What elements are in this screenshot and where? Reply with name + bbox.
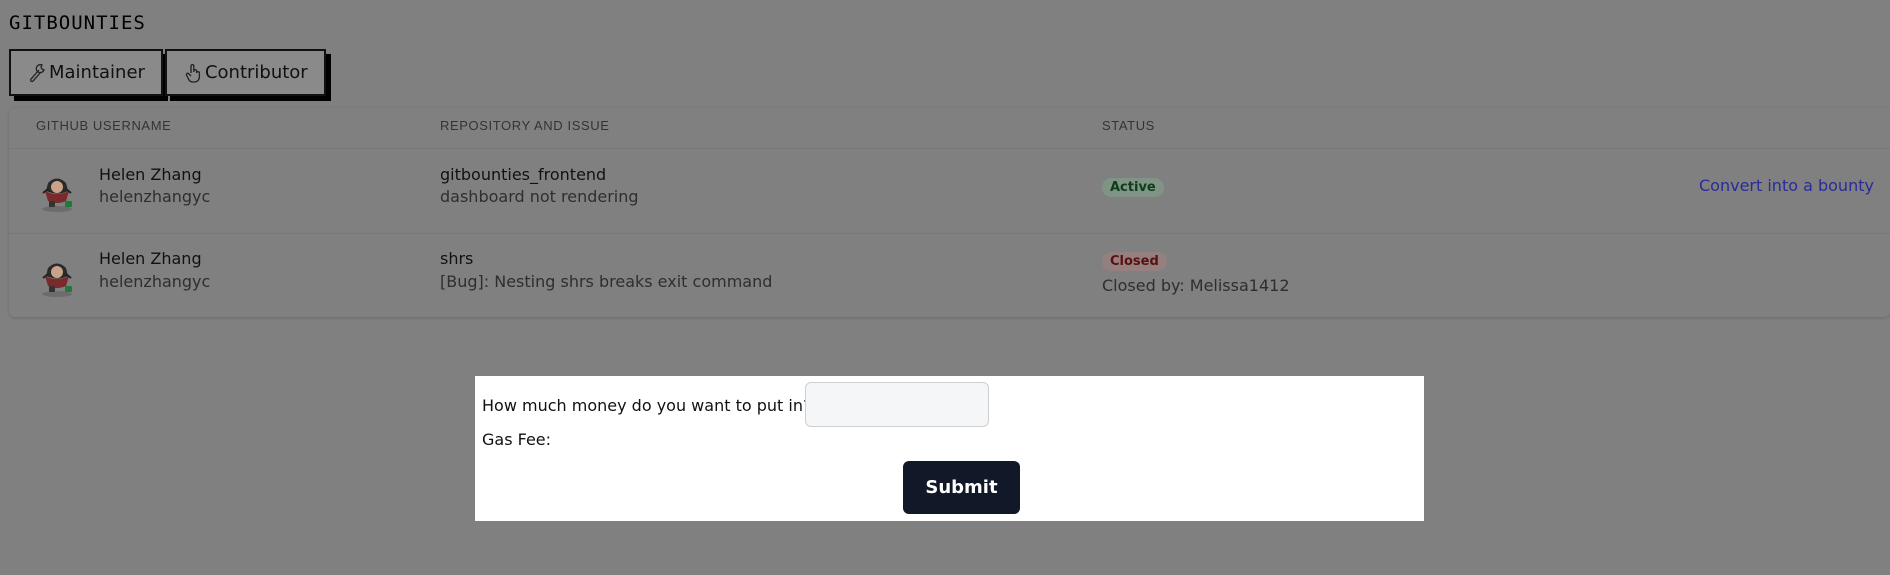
convert-into-bounty-link[interactable]: Convert into a bounty bbox=[1699, 176, 1874, 195]
header-status: STATUS bbox=[1102, 118, 1155, 133]
tab-maintainer[interactable]: Maintainer bbox=[9, 49, 163, 96]
avatar bbox=[35, 169, 79, 213]
gas-fee-label: Gas Fee: bbox=[482, 430, 552, 449]
page: GITBOUNTIES Maintainer Contributor GITHU… bbox=[0, 0, 1890, 575]
brand-logo[interactable]: GITBOUNTIES bbox=[9, 12, 146, 34]
tab-maintainer-label: Maintainer bbox=[49, 62, 145, 83]
header-github-username: GITHUB USERNAME bbox=[36, 118, 172, 133]
tab-contributor[interactable]: Contributor bbox=[164, 49, 326, 96]
closed-by-text: Closed by: Melissa1412 bbox=[1102, 276, 1290, 295]
hand-pointer-icon bbox=[183, 62, 203, 84]
submit-button[interactable]: Submit bbox=[903, 461, 1020, 514]
user-handle: helenzhangyc bbox=[99, 187, 211, 206]
amount-input[interactable] bbox=[805, 382, 989, 427]
issue-title: dashboard not rendering bbox=[440, 187, 639, 206]
status-badge: Closed bbox=[1102, 252, 1167, 271]
repo-name: shrs bbox=[440, 249, 474, 268]
user-handle: helenzhangyc bbox=[99, 272, 211, 291]
status-badge: Active bbox=[1102, 178, 1164, 197]
amount-question-label: How much money do you want to put in? bbox=[482, 396, 812, 415]
table-row: Helen Zhang helenzhangyc shrs [Bug]: Nes… bbox=[9, 234, 1890, 318]
user-name: Helen Zhang bbox=[99, 165, 202, 184]
wrench-icon bbox=[27, 62, 47, 84]
header-repository-and-issue: REPOSITORY AND ISSUE bbox=[440, 118, 610, 133]
issues-table: GITHUB USERNAME REPOSITORY AND ISSUE STA… bbox=[9, 108, 1890, 317]
issue-title: [Bug]: Nesting shrs breaks exit command bbox=[440, 272, 773, 291]
role-tabs: Maintainer Contributor bbox=[9, 49, 326, 96]
bounty-modal: How much money do you want to put in? Ga… bbox=[475, 376, 1424, 521]
table-row: Helen Zhang helenzhangyc gitbounties_fro… bbox=[9, 149, 1890, 234]
tab-contributor-label: Contributor bbox=[204, 62, 308, 83]
repo-name: gitbounties_frontend bbox=[440, 165, 607, 184]
table-header: GITHUB USERNAME REPOSITORY AND ISSUE STA… bbox=[9, 108, 1890, 149]
avatar bbox=[35, 254, 79, 298]
user-name: Helen Zhang bbox=[99, 249, 202, 268]
